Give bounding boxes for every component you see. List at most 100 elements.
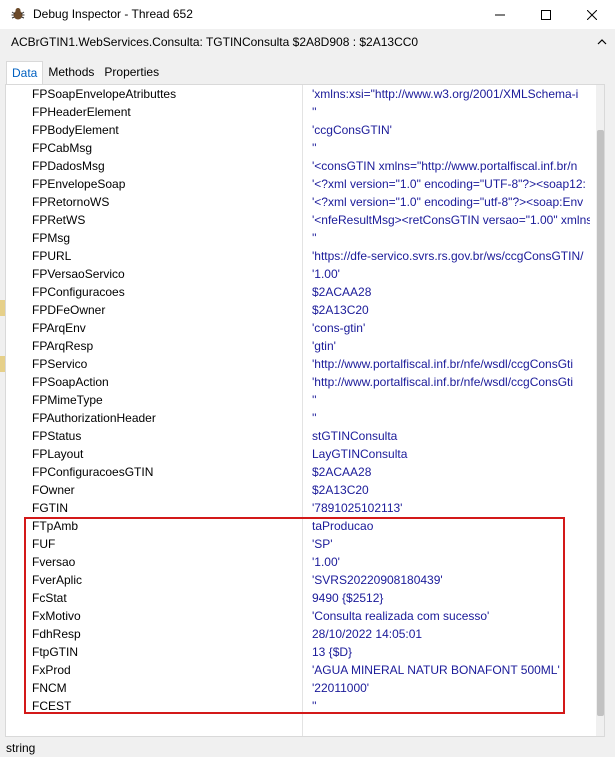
field-row[interactable]: FPDadosMsg '<consGTIN xmlns="http://www.p… <box>6 157 590 175</box>
field-value: stGTINConsulta <box>312 429 398 443</box>
field-row[interactable]: FdhResp 28/10/2022 14:05:01 <box>6 625 590 643</box>
field-row[interactable]: FGTIN '7891025102113' <box>6 499 590 517</box>
maximize-button[interactable] <box>523 0 569 29</box>
minimize-button[interactable] <box>477 0 523 29</box>
field-name: FNCM <box>32 681 67 695</box>
field-name: FPConfiguracoes <box>32 285 125 299</box>
field-row[interactable]: FtpGTIN 13 {$D} <box>6 643 590 661</box>
field-row[interactable]: FPRetornoWS '<?xml version="1.0" encoding… <box>6 193 590 211</box>
field-value: 'SVRS20220908180439' <box>312 573 443 587</box>
field-name: FPConfiguracoesGTIN <box>32 465 154 479</box>
field-name: FtpGTIN <box>32 645 79 659</box>
field-value: taProducao <box>312 519 374 533</box>
field-row[interactable]: FcStat 9490 {$2512} <box>6 589 590 607</box>
field-value: 'http://www.portalfiscal.inf.br/nfe/wsdl… <box>312 375 574 389</box>
field-row[interactable]: FPDFeOwner $2A13C20 <box>6 301 590 319</box>
field-row[interactable]: FPAuthorizationHeader '' <box>6 409 590 427</box>
field-value: 'xmlns:xsi="http://www.w3.org/2001/XMLSc… <box>312 87 579 101</box>
field-name: FcStat <box>32 591 67 605</box>
field-row[interactable]: FPConfiguracoesGTIN $2ACAA28 <box>6 463 590 481</box>
field-row[interactable]: FPEnvelopeSoap '<?xml version="1.0" encod… <box>6 175 590 193</box>
field-value: '<?xml version="1.0" encoding="UTF-8"?><… <box>312 177 586 191</box>
field-row[interactable]: FPRetWS '<nfeResultMsg><retConsGTIN versa… <box>6 211 590 229</box>
scrollbar-thumb[interactable] <box>597 130 604 716</box>
field-name: FPMimeType <box>32 393 103 407</box>
tab-data[interactable]: Data <box>6 61 44 85</box>
field-value: 'cons-gtin' <box>312 321 366 335</box>
field-row[interactable]: Fversao '1.00' <box>6 553 590 571</box>
field-value: '<?xml version="1.0" encoding="utf-8"?><… <box>312 195 584 209</box>
field-row[interactable]: FPMimeType '' <box>6 391 590 409</box>
chevron-up-icon[interactable] <box>596 36 608 48</box>
field-value: '7891025102113' <box>312 501 403 515</box>
field-name: FPLayout <box>32 447 84 461</box>
field-row[interactable]: FPURL 'https://dfe-servico.svrs.rs.gov.br… <box>6 247 590 265</box>
field-name: FPSoapEnvelopeAtributtes <box>32 87 177 101</box>
field-row[interactable]: FxMotivo 'Consulta realizada com sucesso' <box>6 607 590 625</box>
field-value: '' <box>312 699 317 713</box>
field-value: '' <box>312 105 317 119</box>
close-icon <box>587 9 597 20</box>
field-row[interactable]: FPVersaoServico '1.00' <box>6 265 590 283</box>
field-name: FPHeaderElement <box>32 105 131 119</box>
field-name: FTpAmb <box>32 519 79 533</box>
field-name: FPSoapAction <box>32 375 109 389</box>
field-value: $2A13C20 <box>312 303 369 317</box>
field-row[interactable]: FPStatus stGTINConsulta <box>6 427 590 445</box>
field-row[interactable]: FPMsg '' <box>6 229 590 247</box>
field-value: '' <box>312 411 317 425</box>
field-value: '1.00' <box>312 267 340 281</box>
maximize-icon <box>541 9 551 20</box>
window-title: Debug Inspector - Thread 652 <box>33 7 193 21</box>
field-name: FCEST <box>32 699 72 713</box>
close-button[interactable] <box>569 0 615 29</box>
field-value: 9490 {$2512} <box>312 591 384 605</box>
field-row[interactable]: FPArqEnv 'cons-gtin' <box>6 319 590 337</box>
field-value: 'https://dfe-servico.svrs.rs.gov.br/ws/c… <box>312 249 584 263</box>
field-row[interactable]: FverAplic 'SVRS20220908180439' <box>6 571 590 589</box>
field-name: FPRetornoWS <box>32 195 110 209</box>
field-value: $2ACAA28 <box>312 285 372 299</box>
field-row[interactable]: FPHeaderElement '' <box>6 103 590 121</box>
field-value: 13 {$D} <box>312 645 353 659</box>
field-row[interactable]: FNCM '22011000' <box>6 679 590 697</box>
field-value: $2A13C20 <box>312 483 369 497</box>
field-name: FdhResp <box>32 627 81 641</box>
field-name: FOwner <box>32 483 75 497</box>
field-value: $2ACAA28 <box>312 465 372 479</box>
field-value: 'ccgConsGTIN' <box>312 123 392 137</box>
title-bar: Debug Inspector - Thread 652 <box>0 0 615 29</box>
tab-properties[interactable]: Properties <box>99 61 164 83</box>
field-name: FPBodyElement <box>32 123 119 137</box>
field-row[interactable]: FPSoapEnvelopeAtributtes 'xmlns:xsi="http… <box>6 85 590 103</box>
field-row[interactable]: FOwner $2A13C20 <box>6 481 590 499</box>
vertical-scrollbar[interactable] <box>596 85 604 736</box>
field-name: FPEnvelopeSoap <box>32 177 126 191</box>
field-row[interactable]: FPServico 'http://www.portalfiscal.inf.br… <box>6 355 590 373</box>
status-bar: string <box>0 737 615 757</box>
field-value: 'Consulta realizada com sucesso' <box>312 609 490 623</box>
field-value: '<nfeResultMsg><retConsGTIN versao="1.00… <box>312 213 590 227</box>
field-value: 'http://www.portalfiscal.inf.br/nfe/wsdl… <box>312 357 574 371</box>
field-row[interactable]: FTpAmb taProducao <box>6 517 590 535</box>
field-name: FPDFeOwner <box>32 303 106 317</box>
field-row[interactable]: FxProd 'AGUA MINERAL NATUR BONAFONT 500ML… <box>6 661 590 679</box>
field-name: FPVersaoServico <box>32 267 125 281</box>
field-row[interactable]: FPBodyElement 'ccgConsGTIN' <box>6 121 590 139</box>
field-name: FxMotivo <box>32 609 81 623</box>
field-row[interactable]: FPCabMsg '' <box>6 139 590 157</box>
field-row[interactable]: FPArqResp 'gtin' <box>6 337 590 355</box>
field-name: FPAuthorizationHeader <box>32 411 156 425</box>
inspector-grid: FPSoapEnvelopeAtributtes 'xmlns:xsi="http… <box>5 84 605 737</box>
field-value: 28/10/2022 14:05:01 <box>312 627 423 641</box>
field-row[interactable]: FPConfiguracoes $2ACAA28 <box>6 283 590 301</box>
field-row[interactable]: FUF 'SP' <box>6 535 590 553</box>
field-value: '<consGTIN xmlns="http://www.portalfisca… <box>312 159 578 173</box>
tab-methods[interactable]: Methods <box>43 61 99 83</box>
field-row[interactable]: FPSoapAction 'http://www.portalfiscal.inf… <box>6 373 590 391</box>
field-value: 'SP' <box>312 537 333 551</box>
field-name: FPArqResp <box>32 339 94 353</box>
field-row[interactable]: FCEST '' <box>6 697 590 715</box>
field-row[interactable]: FPLayout LayGTINConsulta <box>6 445 590 463</box>
field-value: LayGTINConsulta <box>312 447 408 461</box>
